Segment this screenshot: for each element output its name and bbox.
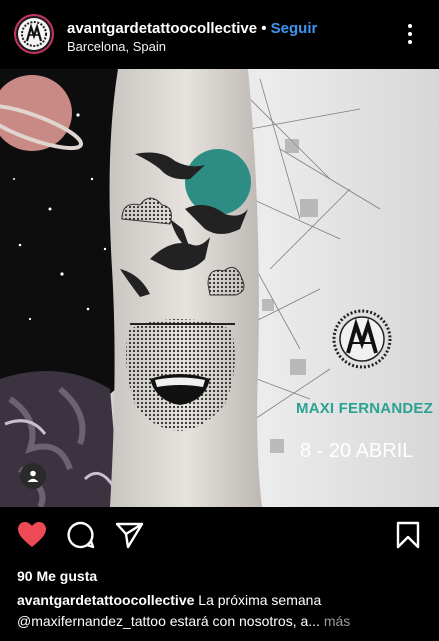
like-count[interactable]: 90 Me gusta <box>17 568 97 584</box>
artist-logo-icon <box>332 309 392 369</box>
comment-button[interactable] <box>66 521 96 554</box>
user-tag-icon <box>27 470 39 482</box>
avatar[interactable] <box>14 14 54 54</box>
studio-logo-icon <box>18 18 50 50</box>
post-actions-bar <box>0 507 439 565</box>
more-options-button[interactable] <box>398 24 422 50</box>
caption-username-link[interactable]: avantgardetattoocollective <box>17 592 194 608</box>
separator-dot: • <box>261 20 267 37</box>
user-tag-button[interactable] <box>20 463 46 489</box>
event-dates-text: 8 - 20 ABRIL <box>300 440 414 462</box>
caption-text-line1: La próxima semana <box>198 592 322 608</box>
more-vertical-icon <box>408 24 412 28</box>
bookmark-icon <box>396 521 420 549</box>
caption-text-line2: @maxifernandez_tattoo estará con nosotro… <box>17 613 320 629</box>
username-link[interactable]: avantgardetattoocollective <box>67 20 257 37</box>
artist-name-text: MAXI FERNANDEZ <box>296 400 433 417</box>
more-link[interactable]: más <box>324 613 350 629</box>
share-button[interactable] <box>115 521 145 554</box>
heart-filled-icon <box>18 522 46 547</box>
follow-button[interactable]: Seguir <box>271 20 318 37</box>
send-icon <box>115 522 144 549</box>
location-link[interactable]: Barcelona, Spain <box>67 39 166 54</box>
like-button[interactable] <box>17 521 47 554</box>
username-line: avantgardetattoocollective • Seguir <box>67 20 317 37</box>
post-header: avantgardetattoocollective • Seguir Barc… <box>0 0 439 69</box>
post-caption: avantgardetattoocollective La próxima se… <box>17 590 427 632</box>
save-button[interactable] <box>396 521 420 554</box>
comment-icon <box>67 521 95 549</box>
